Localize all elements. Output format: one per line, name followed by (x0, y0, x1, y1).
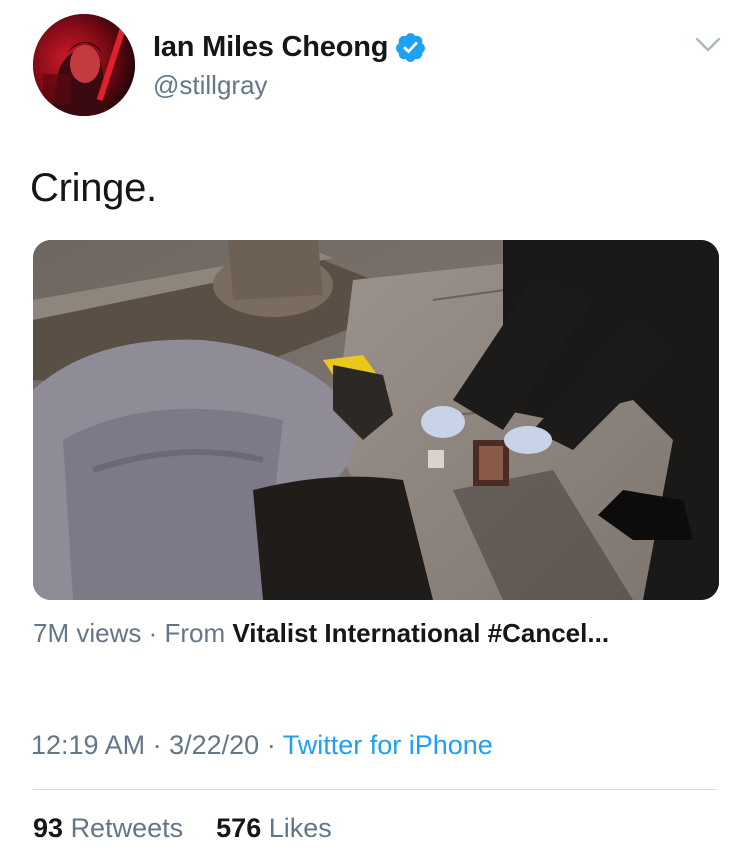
tweet-meta: 12:19 AM · 3/22/20 · Twitter for iPhone (31, 730, 493, 761)
display-name-row: Ian Miles Cheong (153, 28, 427, 66)
author-names: Ian Miles Cheong @stillgray (153, 28, 427, 101)
likes-stat[interactable]: 576 Likes (216, 813, 332, 843)
retweets-label: Retweets (70, 813, 184, 843)
display-name[interactable]: Ian Miles Cheong (153, 31, 388, 64)
media-video[interactable] (33, 240, 719, 600)
media-source-line: 7M views · From Vitalist International #… (33, 618, 609, 649)
chevron-down-icon[interactable] (693, 33, 723, 57)
handle[interactable]: @stillgray (153, 70, 427, 101)
view-count: 7M views (33, 618, 142, 648)
likes-count: 576 (216, 813, 262, 843)
from-label: From (164, 618, 226, 648)
retweets-stat[interactable]: 93 Retweets (33, 813, 191, 843)
likes-label: Likes (268, 813, 332, 843)
avatar-image (33, 14, 135, 116)
separator-dot: · (148, 618, 158, 648)
engagement-stats: 93 Retweets 576 Likes (33, 813, 332, 844)
verified-badge-icon (396, 32, 426, 62)
tweet-time[interactable]: 12:19 AM (31, 730, 145, 760)
divider (33, 789, 717, 790)
tweet-text: Cringe. (30, 166, 157, 210)
retweets-count: 93 (33, 813, 64, 843)
avatar[interactable] (33, 14, 135, 116)
client-link[interactable]: Twitter for iPhone (283, 730, 493, 760)
separator-dot: · (266, 730, 276, 760)
source-account-link[interactable]: Vitalist International #Cancel... (232, 618, 609, 648)
tweet-detail: Ian Miles Cheong @stillgray Cringe. 7M v… (0, 0, 750, 855)
tweet-date[interactable]: 3/22/20 (169, 730, 259, 760)
separator-dot: · (152, 730, 162, 760)
video-thumbnail (33, 240, 719, 600)
